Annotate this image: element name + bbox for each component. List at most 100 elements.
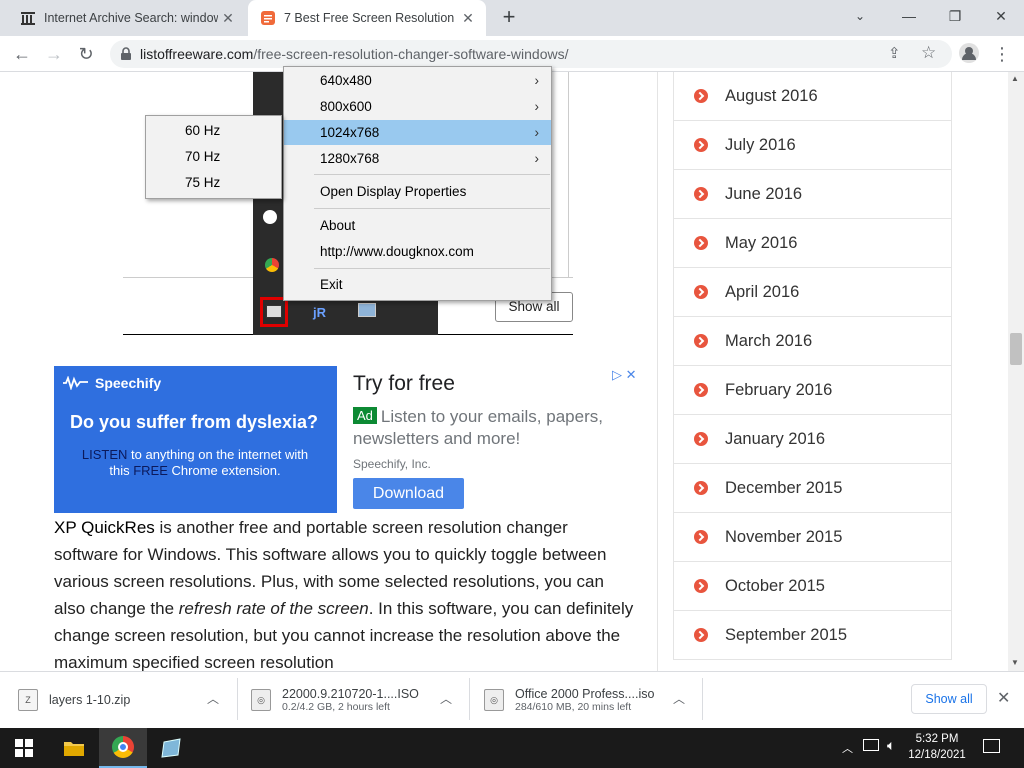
arrow-bullet-icon — [694, 628, 708, 642]
menu-item-1280: 1280x768 › — [284, 146, 551, 171]
archive-item[interactable]: March 2016 — [673, 317, 952, 366]
menu-item-exit: Exit — [320, 277, 343, 292]
menu-item-about: About — [320, 218, 356, 233]
refresh-rate-submenu: 60 Hz 70 Hz 75 Hz — [145, 115, 282, 199]
start-button[interactable] — [0, 728, 48, 768]
archive-list: August 2016 July 2016 June 2016 May 2016… — [673, 72, 952, 660]
scroll-down-icon[interactable]: ▼ — [1011, 658, 1019, 667]
download-item[interactable]: ◎ 22000.9.210720-1....ISO 0.2/4.2 GB, 2 h… — [251, 680, 419, 720]
arrow-bullet-icon — [694, 579, 708, 593]
quickres-tray-icon — [260, 297, 288, 327]
restore-icon[interactable]: ❐ — [933, 4, 977, 28]
chrome-icon — [265, 258, 279, 272]
tab-active-listoffreeware[interactable]: 7 Best Free Screen Resolution Ch ✕ — [248, 0, 486, 36]
submenu-item: 60 Hz — [185, 123, 221, 138]
lock-icon — [121, 47, 131, 60]
archive-item[interactable]: January 2016 — [673, 415, 952, 464]
archive-item[interactable]: July 2016 — [673, 121, 952, 170]
profile-avatar-icon[interactable] — [958, 42, 980, 64]
jr-icon: jR — [313, 305, 326, 320]
menu-item-1024: 1024x768 › — [284, 120, 551, 145]
resolution-context-menu: 640x480 › 800x600 › 1024x768 › 1280x768 › Op… — [283, 66, 552, 301]
archive-favicon-icon — [21, 12, 35, 25]
zip-file-icon: Z — [18, 689, 38, 711]
archive-item[interactable]: June 2016 — [673, 170, 952, 219]
scroll-up-icon[interactable]: ▲ — [1011, 74, 1019, 83]
ad-brand: Speechify — [95, 375, 162, 391]
archive-item[interactable]: August 2016 — [673, 72, 952, 121]
back-icon[interactable]: ← — [10, 42, 34, 66]
archive-item[interactable]: May 2016 — [673, 219, 952, 268]
disc-file-icon: ◎ — [251, 689, 271, 711]
ad-badge: Ad — [353, 407, 377, 424]
shield-icon — [263, 210, 277, 224]
share-icon[interactable]: ⇪ — [888, 44, 901, 62]
monitor-icon — [358, 303, 376, 317]
archive-item[interactable]: April 2016 — [673, 268, 952, 317]
volume-muted-icon[interactable]: 🔈︎ — [887, 737, 895, 754]
new-tab-icon[interactable]: + — [498, 6, 520, 29]
chevron-up-icon[interactable]: ︿ — [440, 690, 452, 707]
url-text: listoffreeware.com/free-screen-resolutio… — [140, 46, 569, 62]
menu-item-640: 640x480 › — [284, 68, 551, 93]
submenu-item: 75 Hz — [185, 175, 221, 190]
tab-search-chevron-icon[interactable]: ⌄ — [838, 4, 882, 28]
site-favicon-icon — [261, 11, 275, 25]
ad-title[interactable]: Try for free — [353, 372, 455, 396]
chevron-right-icon: › — [534, 99, 540, 114]
ad-body: LISTEN to anything on the internet with … — [81, 447, 309, 478]
menu-item-display-properties: Open Display Properties — [320, 184, 467, 199]
chrome-menu-icon[interactable]: ⋮ — [990, 42, 1014, 66]
show-all-downloads-button[interactable]: Show all — [911, 684, 987, 714]
article-paragraph: XP QuickRes is another free and portable… — [54, 518, 634, 672]
minimize-icon[interactable]: — — [887, 4, 931, 28]
address-bar[interactable]: listoffreeware.com/free-screen-resolutio… — [110, 40, 952, 68]
archive-item[interactable]: September 2015 — [673, 611, 952, 660]
scrollbar-thumb[interactable] — [1010, 333, 1022, 365]
reload-icon[interactable]: ↻ — [74, 42, 98, 66]
arrow-bullet-icon — [694, 432, 708, 446]
arrow-bullet-icon — [694, 383, 708, 397]
close-window-icon[interactable]: ✕ — [979, 4, 1023, 28]
arrow-bullet-icon — [694, 236, 708, 250]
chevron-right-icon: › — [534, 151, 540, 166]
tab-internet-archive[interactable]: Internet Archive Search: windows ✕ — [8, 0, 246, 36]
app-taskbar-icon[interactable] — [148, 728, 196, 768]
tray-chevron-icon[interactable]: ︿ — [842, 740, 853, 756]
download-item[interactable]: Z layers 1-10.zip — [18, 680, 130, 720]
page-scrollbar[interactable] — [1008, 72, 1024, 671]
arrow-bullet-icon — [694, 138, 708, 152]
menu-item-800: 800x600 › — [284, 94, 551, 119]
chrome-taskbar-icon[interactable] — [99, 728, 147, 768]
ad-source: Speechify, Inc. — [353, 457, 431, 471]
submenu-item: 70 Hz — [185, 149, 221, 164]
archive-item[interactable]: October 2015 — [673, 562, 952, 611]
chevron-right-icon: › — [534, 73, 540, 88]
system-clock[interactable]: 5:32 PM 12/18/2021 — [906, 731, 968, 763]
arrow-bullet-icon — [694, 530, 708, 544]
ad-description: Ad Listen to your emails, papers, newslet… — [353, 407, 603, 448]
file-explorer-taskbar-icon[interactable] — [50, 728, 98, 768]
archive-item[interactable]: February 2016 — [673, 366, 952, 415]
disc-file-icon: ◎ — [484, 689, 504, 711]
arrow-bullet-icon — [694, 481, 708, 495]
ad-choices-icon[interactable]: ▷ ✕ — [612, 367, 637, 383]
menu-item-website: http://www.dougknox.com — [320, 244, 474, 259]
close-tab-icon[interactable]: ✕ — [218, 10, 238, 27]
archive-item[interactable]: November 2015 — [673, 513, 952, 562]
download-item[interactable]: ◎ Office 2000 Profess....iso 284/610 MB, … — [484, 680, 654, 720]
archive-item[interactable]: December 2015 — [673, 464, 952, 513]
arrow-bullet-icon — [694, 334, 708, 348]
bookmark-star-icon[interactable]: ☆ — [921, 43, 936, 63]
chevron-up-icon[interactable]: ︿ — [673, 690, 685, 707]
ad-download-button[interactable]: Download — [353, 478, 464, 509]
tab-title: Internet Archive Search: windows — [44, 11, 218, 25]
close-tab-icon[interactable]: ✕ — [458, 10, 478, 27]
notifications-icon[interactable] — [983, 739, 1000, 753]
network-icon[interactable] — [863, 739, 879, 751]
close-download-bar-icon[interactable]: ✕ — [997, 688, 1010, 708]
windows-logo-icon — [15, 739, 33, 757]
forward-icon[interactable]: → — [42, 42, 66, 66]
chevron-up-icon[interactable]: ︿ — [207, 690, 219, 707]
arrow-bullet-icon — [694, 89, 708, 103]
